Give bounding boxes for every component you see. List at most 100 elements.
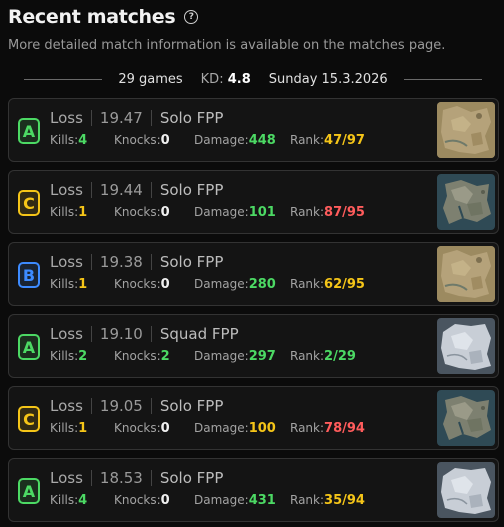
separator — [150, 398, 152, 414]
page-subtitle: More detailed match information is avail… — [8, 38, 446, 53]
grade-badge: C — [18, 190, 40, 216]
rank-value: 2/29 — [324, 349, 356, 364]
match-row[interactable]: A Loss 19.10 Squad FPP Kills:2 Knocks:2 … — [8, 314, 499, 378]
kills-stat: Kills:4 — [50, 493, 87, 508]
kills-stat: Kills:4 — [50, 133, 87, 148]
separator — [150, 182, 152, 198]
match-row[interactable]: B Loss 19.38 Solo FPP Kills:1 Knocks:0 D… — [8, 242, 499, 306]
match-mode: Solo FPP — [159, 469, 224, 487]
match-row[interactable]: A Loss 18.53 Solo FPP Kills:4 Knocks:0 D… — [8, 458, 499, 522]
rank-label: Rank: — [290, 277, 325, 291]
knocks-label: Knocks: — [114, 349, 161, 363]
map-thumbnail — [437, 318, 495, 374]
damage-label: Damage: — [194, 493, 249, 507]
knocks-value: 0 — [160, 205, 170, 220]
grade-badge: B — [18, 262, 40, 288]
match-row[interactable]: A Loss 19.47 Solo FPP Kills:4 Knocks:0 D… — [8, 98, 499, 162]
match-mode: Solo FPP — [159, 397, 224, 415]
damage-label: Damage: — [194, 349, 249, 363]
divider-right — [403, 78, 483, 80]
rank-value: 35/94 — [324, 493, 365, 508]
damage-stat: Damage:100 — [194, 421, 276, 436]
damage-stat: Damage:448 — [194, 133, 276, 148]
knocks-value: 0 — [160, 421, 170, 436]
match-row[interactable]: C Loss 19.05 Solo FPP Kills:1 Knocks:0 D… — [8, 386, 499, 450]
separator — [90, 110, 92, 126]
kills-label: Kills: — [50, 205, 79, 219]
kills-value: 4 — [78, 133, 88, 148]
match-result: Loss — [50, 397, 83, 415]
damage-stat: Damage:280 — [194, 277, 276, 292]
rank-label: Rank: — [290, 349, 325, 363]
match-header: Loss 19.47 Solo FPP — [50, 109, 223, 127]
knocks-value: 2 — [160, 349, 170, 364]
page-title: Recent matches — [8, 6, 176, 28]
rank-value: 47/97 — [324, 133, 365, 148]
knocks-label: Knocks: — [114, 277, 161, 291]
grade-badge: C — [18, 406, 40, 432]
kills-stat: Kills:2 — [50, 349, 87, 364]
rank-stat: Rank:35/94 — [290, 493, 365, 508]
kills-value: 1 — [78, 277, 88, 292]
match-mode: Solo FPP — [159, 253, 224, 271]
kills-value: 2 — [78, 349, 88, 364]
kd-label: KD: — [200, 71, 224, 87]
match-mode: Solo FPP — [159, 181, 224, 199]
knocks-label: Knocks: — [114, 493, 161, 507]
damage-value: 448 — [248, 133, 276, 148]
damage-label: Damage: — [194, 205, 249, 219]
rank-stat: Rank:2/29 — [290, 349, 356, 364]
match-header: Loss 18.53 Solo FPP — [50, 469, 223, 487]
kills-value: 4 — [78, 493, 88, 508]
match-time: 19.44 — [99, 181, 143, 199]
kills-stat: Kills:1 — [50, 421, 87, 436]
rank-stat: Rank:78/94 — [290, 421, 365, 436]
kills-stat: Kills:1 — [50, 277, 87, 292]
kills-label: Kills: — [50, 277, 79, 291]
map-thumbnail — [437, 174, 495, 230]
separator — [90, 182, 92, 198]
rank-stat: Rank:47/97 — [290, 133, 365, 148]
divider-left — [24, 78, 103, 80]
map-thumbnail — [437, 390, 495, 446]
rank-value: 62/95 — [324, 277, 365, 292]
knocks-label: Knocks: — [114, 133, 161, 147]
separator — [150, 110, 152, 126]
separator — [90, 326, 92, 342]
grade-badge: A — [18, 118, 40, 144]
match-row[interactable]: C Loss 19.44 Solo FPP Kills:1 Knocks:0 D… — [8, 170, 499, 234]
separator — [90, 470, 92, 486]
damage-label: Damage: — [194, 133, 249, 147]
knocks-label: Knocks: — [114, 205, 161, 219]
kills-label: Kills: — [50, 349, 79, 363]
match-header: Loss 19.38 Solo FPP — [50, 253, 223, 271]
kills-value: 1 — [78, 421, 88, 436]
match-time: 19.38 — [99, 253, 143, 271]
match-header: Loss 19.44 Solo FPP — [50, 181, 223, 199]
match-mode: Solo FPP — [159, 109, 224, 127]
damage-value: 101 — [248, 205, 276, 220]
damage-value: 297 — [248, 349, 276, 364]
rank-label: Rank: — [290, 493, 325, 507]
map-thumbnail — [437, 462, 495, 518]
kills-stat: Kills:1 — [50, 205, 87, 220]
help-icon[interactable]: ? — [184, 10, 199, 24]
kd-value: 4.8 — [227, 71, 251, 87]
kills-label: Kills: — [50, 493, 79, 507]
damage-stat: Damage:101 — [194, 205, 276, 220]
damage-stat: Damage:431 — [194, 493, 276, 508]
summary-bar: 29 games KD: 4.8 Sunday 15.3.2026 — [24, 70, 483, 88]
match-result: Loss — [50, 253, 83, 271]
knocks-stat: Knocks:0 — [114, 205, 170, 220]
rank-stat: Rank:62/95 — [290, 277, 365, 292]
rank-label: Rank: — [290, 205, 325, 219]
knocks-stat: Knocks:0 — [114, 421, 170, 436]
header: Recent matches ? — [8, 6, 199, 28]
kills-value: 1 — [78, 205, 88, 220]
knocks-value: 0 — [160, 493, 170, 508]
map-thumbnail — [437, 102, 495, 158]
map-thumbnail — [437, 246, 495, 302]
rank-value: 78/94 — [324, 421, 365, 436]
knocks-stat: Knocks:0 — [114, 277, 170, 292]
grade-badge: A — [18, 334, 40, 360]
